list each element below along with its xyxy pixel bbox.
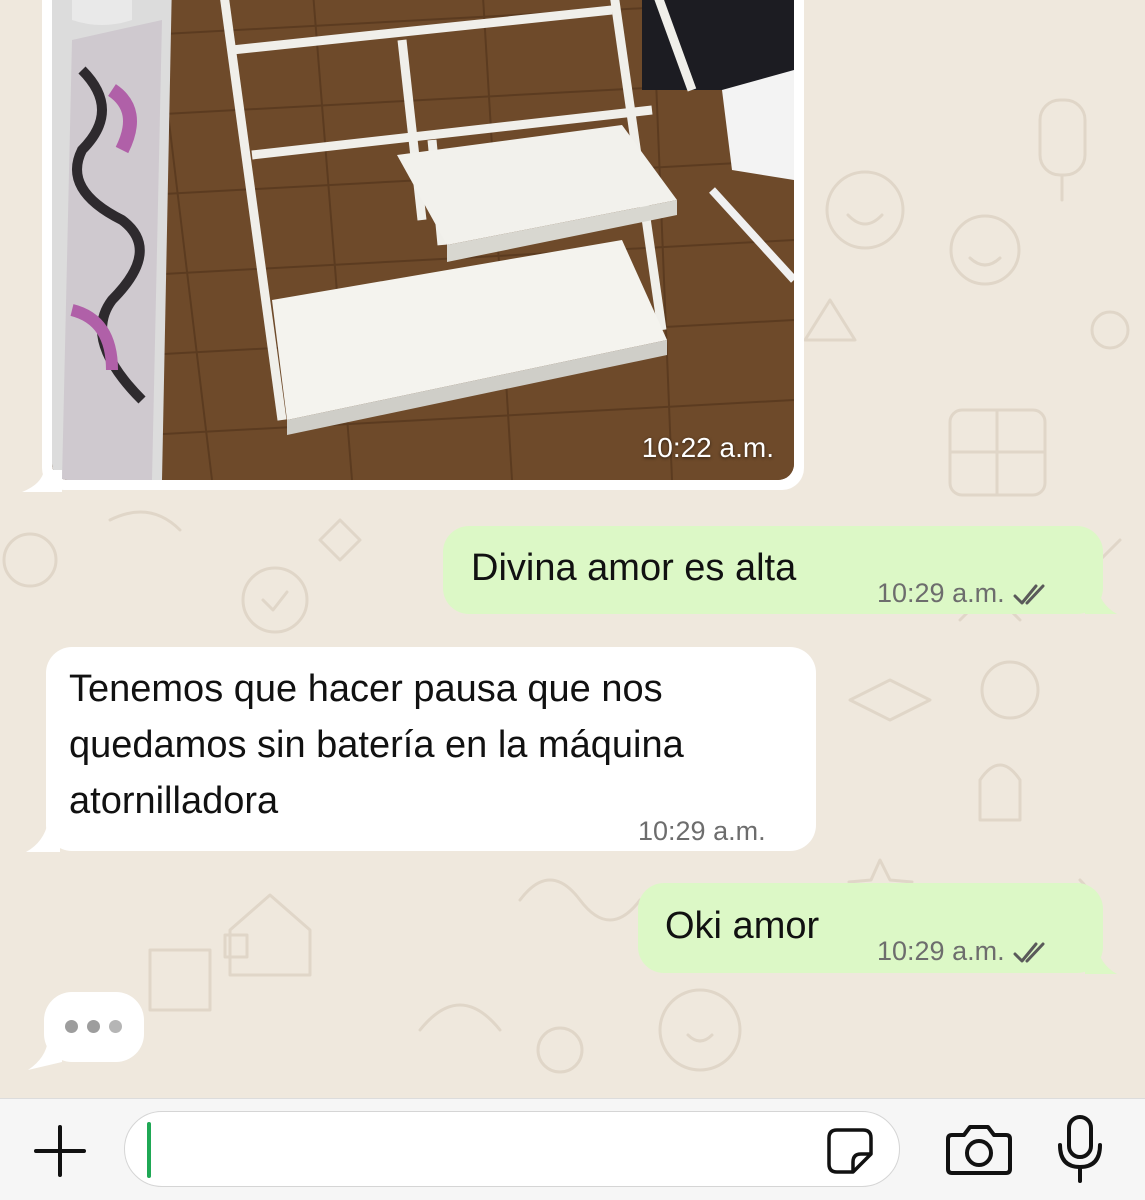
bubble-tail	[1085, 584, 1117, 614]
typing-dot	[87, 1020, 100, 1033]
typing-dot	[65, 1020, 78, 1033]
typing-dot	[109, 1020, 122, 1033]
message-text: Oki amor	[665, 905, 820, 947]
message-text: Divina amor es alta	[471, 547, 797, 589]
plus-icon[interactable]	[30, 1121, 90, 1181]
shelf-photo[interactable]: 10:22 a.m.	[52, 0, 794, 480]
bubble-tail	[1085, 944, 1117, 974]
composer-bar	[0, 1098, 1145, 1200]
double-check-icon	[1013, 584, 1045, 605]
message-time: 10:29 a.m.	[877, 936, 1005, 966]
message-time: 10:22 a.m.	[641, 432, 774, 463]
message-time: 10:29 a.m.	[877, 578, 1005, 608]
outgoing-message[interactable]: Divina amor es alta 10:29 a.m.	[443, 526, 1103, 614]
bubble-tail	[26, 822, 60, 852]
image-message[interactable]: 10:22 a.m.	[42, 0, 804, 490]
bubble-tail	[28, 1040, 62, 1070]
incoming-message[interactable]: Tenemos que hacer pausa que nos quedamos…	[46, 647, 816, 851]
message-meta: 10:29 a.m.	[877, 565, 1051, 621]
message-line: quedamos sin batería en la máquina	[69, 724, 684, 766]
outgoing-message[interactable]: Oki amor 10:29 a.m.	[638, 883, 1103, 973]
double-check-icon	[1013, 942, 1045, 963]
bubble-tail	[22, 470, 62, 492]
sticker-icon[interactable]	[825, 1126, 875, 1176]
message-input[interactable]	[124, 1111, 900, 1187]
text-cursor	[147, 1122, 151, 1178]
microphone-icon[interactable]	[1052, 1113, 1108, 1185]
camera-icon[interactable]	[944, 1121, 1014, 1177]
message-meta: 10:29 a.m.	[877, 923, 1051, 979]
message-time: 10:29 a.m.	[638, 816, 766, 846]
message-line: Tenemos que hacer pausa que nos	[69, 668, 663, 710]
